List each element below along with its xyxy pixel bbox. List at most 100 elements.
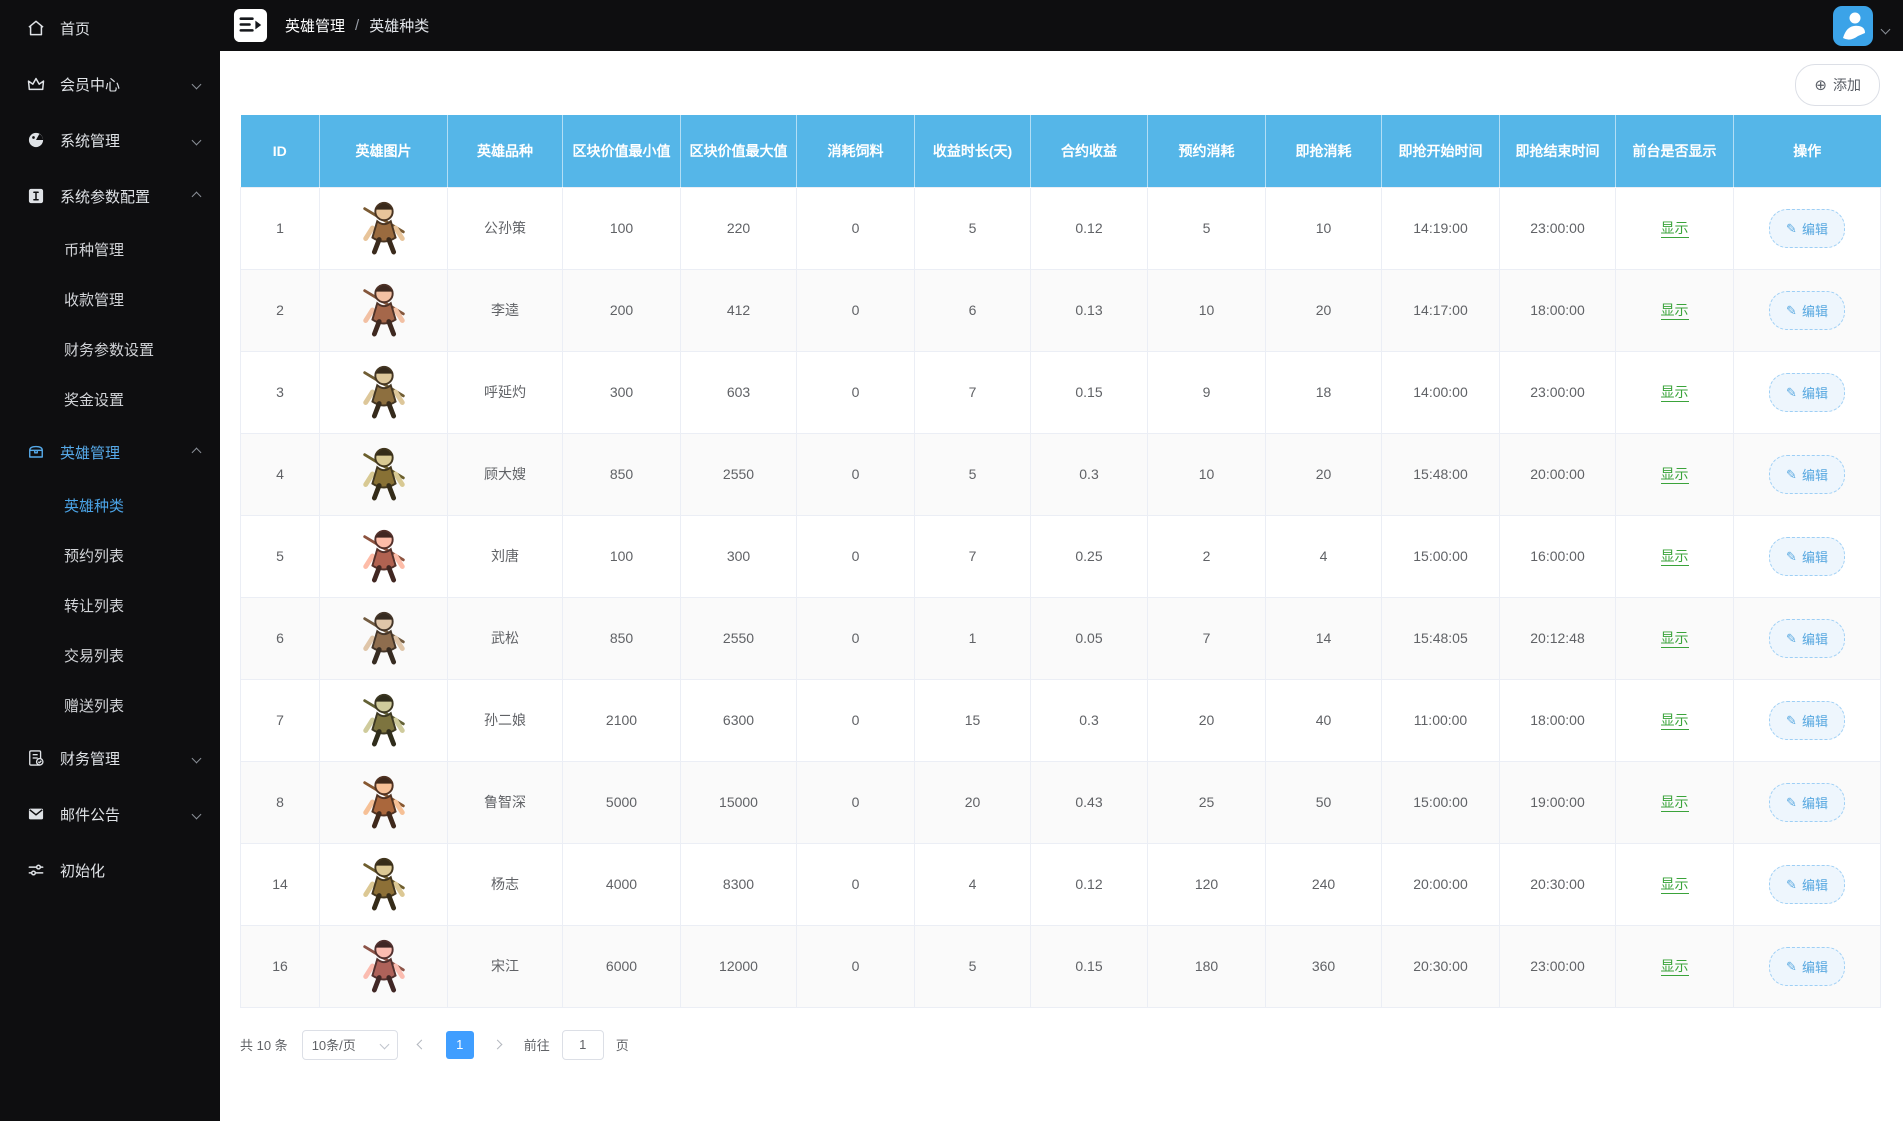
sidebar-item-label: 财务管理	[60, 750, 121, 768]
cell-profit-days: 5	[914, 924, 1031, 1008]
cell-hero-name: 杨志	[447, 842, 563, 926]
chevron-down-icon[interactable]	[1880, 24, 1891, 35]
cell-contract-profit: 0.13	[1030, 268, 1148, 352]
column-header: 即抢结束时间	[1499, 115, 1616, 187]
sidebar-item-label: 英雄管理	[60, 444, 121, 462]
hero-image	[357, 279, 411, 339]
main-content: ⊕ 添加 ID 英雄图片 英雄品种 区块价值最小值 区块价值最大值 消耗饲料 收益时长(天)…	[220, 51, 1903, 1121]
cell-reserve-cost: 180	[1147, 924, 1266, 1008]
edit-button[interactable]: ✎ 编辑	[1769, 536, 1845, 576]
sidebar-subitem-finance-params[interactable]: 财务参数设置	[0, 324, 220, 374]
cell-min-block-value: 300	[562, 350, 681, 434]
sidebar-item-label: 邮件公告	[60, 806, 121, 824]
cell-grab-end-time: 16:00:00	[1499, 514, 1616, 598]
hero-image	[357, 361, 411, 421]
goto-page-input[interactable]	[561, 1029, 604, 1060]
cell-profit-days: 7	[914, 350, 1031, 434]
cell-actions: ✎ 编辑	[1733, 842, 1881, 926]
cell-grab-start-time: 11:00:00	[1381, 678, 1500, 762]
page-size-select[interactable]: 10条/页	[301, 1029, 398, 1060]
show-status[interactable]: 显示	[1660, 220, 1689, 238]
pencil-icon: ✎	[1786, 958, 1797, 974]
breadcrumb-parent[interactable]: 英雄管理	[285, 15, 345, 36]
column-header: 预约消耗	[1147, 115, 1266, 187]
sidebar: 首页 会员中心 系统管理 系统参数配置 币种管理 收款管理 财务参数设置 奖金设置英雄管理英雄…	[0, 0, 220, 1121]
cell-grab-cost: 240	[1265, 842, 1382, 926]
cell-hero-image	[319, 186, 448, 270]
sidebar-item-hero-management[interactable]: 英雄管理	[0, 424, 220, 480]
show-status[interactable]: 显示	[1660, 384, 1689, 402]
sidebar-subitem-coin-management[interactable]: 币种管理	[0, 224, 220, 274]
sidebar-subitem-trade-list[interactable]: 交易列表	[0, 630, 220, 680]
cell-hero-name: 孙二娘	[447, 678, 563, 762]
avatar[interactable]	[1833, 6, 1873, 46]
cell-feed-cost: 0	[796, 760, 915, 844]
cell-grab-start-time: 15:00:00	[1381, 514, 1500, 598]
cell-actions: ✎ 编辑	[1733, 678, 1881, 762]
pencil-icon: ✎	[1786, 794, 1797, 810]
sidebar-subitem-hero-types[interactable]: 英雄种类	[0, 480, 220, 530]
add-button[interactable]: ⊕ 添加	[1795, 64, 1880, 106]
cell-contract-profit: 0.15	[1030, 924, 1148, 1008]
sidebar-item-finance-management[interactable]: 财务管理	[0, 730, 220, 786]
edit-button[interactable]: ✎ 编辑	[1769, 618, 1845, 658]
sidebar-item-system-management[interactable]: 系统管理	[0, 112, 220, 168]
sidebar-item-home[interactable]: 首页	[0, 0, 220, 56]
cell-max-block-value: 412	[680, 268, 797, 352]
show-status[interactable]: 显示	[1660, 876, 1689, 894]
edit-button[interactable]: ✎ 编辑	[1769, 700, 1845, 740]
show-status[interactable]: 显示	[1660, 712, 1689, 730]
sidebar-item-system-params[interactable]: 系统参数配置	[0, 168, 220, 224]
hero-image	[357, 525, 411, 585]
cell-grab-cost: 10	[1265, 186, 1382, 270]
hero-image	[357, 689, 411, 749]
cell-min-block-value: 100	[562, 186, 681, 270]
next-page-button[interactable]	[483, 1030, 512, 1059]
cell-grab-end-time: 20:30:00	[1499, 842, 1616, 926]
show-status[interactable]: 显示	[1660, 958, 1689, 976]
edit-button[interactable]: ✎ 编辑	[1769, 372, 1845, 412]
sidebar-subitem-bonus-settings[interactable]: 奖金设置	[0, 374, 220, 424]
sidebar-item-initialization[interactable]: 初始化	[0, 842, 220, 898]
home-icon	[26, 18, 46, 38]
edit-button[interactable]: ✎ 编辑	[1769, 946, 1845, 986]
sidebar-item-member-center[interactable]: 会员中心	[0, 56, 220, 112]
cell-min-block-value: 850	[562, 596, 681, 680]
cell-min-block-value: 6000	[562, 924, 681, 1008]
sidebar-subitem-gift-list[interactable]: 赠送列表	[0, 680, 220, 730]
sidebar-subitem-reserve-list[interactable]: 预约列表	[0, 530, 220, 580]
cell-max-block-value: 12000	[680, 924, 797, 1008]
show-status[interactable]: 显示	[1660, 794, 1689, 812]
show-status[interactable]: 显示	[1660, 466, 1689, 484]
cell-contract-profit: 0.43	[1030, 760, 1148, 844]
cell-contract-profit: 0.12	[1030, 842, 1148, 926]
show-status[interactable]: 显示	[1660, 548, 1689, 566]
prev-page-button[interactable]	[407, 1030, 436, 1059]
cell-id: 2	[240, 268, 320, 352]
edit-button[interactable]: ✎ 编辑	[1769, 208, 1845, 248]
collapse-menu-icon[interactable]	[233, 8, 268, 43]
cell-grab-end-time: 20:00:00	[1499, 432, 1616, 516]
cell-feed-cost: 0	[796, 432, 915, 516]
edit-button[interactable]: ✎ 编辑	[1769, 864, 1845, 904]
edit-button[interactable]: ✎ 编辑	[1769, 782, 1845, 822]
cell-actions: ✎ 编辑	[1733, 432, 1881, 516]
topbar: 英雄管理 / 英雄种类	[0, 0, 1903, 51]
goto-label: 前往	[523, 1038, 550, 1053]
edit-button[interactable]: ✎ 编辑	[1769, 454, 1845, 494]
edit-button[interactable]: ✎ 编辑	[1769, 290, 1845, 330]
show-status[interactable]: 显示	[1660, 302, 1689, 320]
page-number-button[interactable]: 1	[445, 1030, 474, 1059]
show-status[interactable]: 显示	[1660, 630, 1689, 648]
cell-reserve-cost: 7	[1147, 596, 1266, 680]
hero-table: ID 英雄图片 英雄品种 区块价值最小值 区块价值最大值 消耗饲料 收益时长(天) 合约收益预…	[240, 115, 1881, 1008]
sidebar-subitem-transfer-list[interactable]: 转让列表	[0, 580, 220, 630]
cell-hero-name: 顾大嫂	[447, 432, 563, 516]
cell-front-show: 显示	[1615, 186, 1734, 270]
cell-max-block-value: 2550	[680, 596, 797, 680]
hero-image	[357, 607, 411, 667]
column-header: 英雄品种	[447, 115, 563, 187]
cell-reserve-cost: 2	[1147, 514, 1266, 598]
sidebar-subitem-payment-management[interactable]: 收款管理	[0, 274, 220, 324]
sidebar-item-mail-announcement[interactable]: 邮件公告	[0, 786, 220, 842]
